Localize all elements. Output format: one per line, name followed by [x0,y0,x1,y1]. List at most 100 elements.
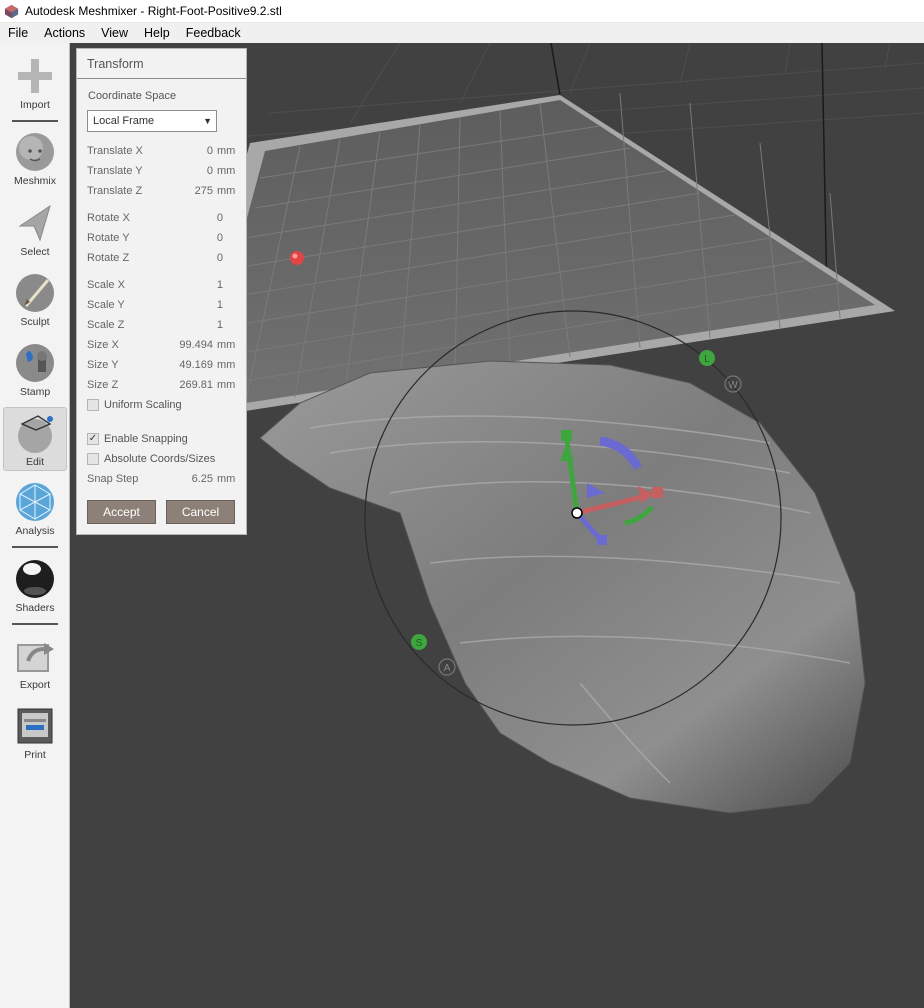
translate-x-field[interactable]: Translate X 0 mm [87,145,237,161]
translate-x-label: Translate X [87,145,143,157]
title-bar: Autodesk Meshmixer - Right-Foot-Positive… [0,0,924,23]
gizmo-label-s: S [416,638,423,649]
snap-step-field[interactable]: Snap Step 6.25 mm [87,473,237,489]
translate-z-unit: mm [217,185,236,197]
enable-snapping-checkbox[interactable]: ✓ Enable Snapping [87,432,188,446]
size-y-label: Size Y [87,359,119,371]
tool-sculpt[interactable]: Sculpt [3,268,67,332]
scale-x-value[interactable]: 1 [217,279,223,291]
snap-step-value[interactable]: 6.25 [192,473,213,485]
translate-y-field[interactable]: Translate Y 0 mm [87,165,237,181]
tool-import[interactable]: Import [3,51,67,115]
rotate-x-value[interactable]: 0 [217,212,223,224]
scale-y-field[interactable]: Scale Y 1 [87,299,237,315]
tool-analysis-label: Analysis [15,525,55,537]
toolbar-divider [12,546,58,548]
size-x-value[interactable]: 99.494 [179,339,213,351]
tool-export[interactable]: Export [3,631,67,695]
volume-edge-left [550,43,561,96]
absolute-coords-checkbox[interactable]: Absolute Coords/Sizes [87,452,215,466]
menu-file[interactable]: File [0,23,36,43]
enable-snapping-label: Enable Snapping [104,433,188,445]
export-icon [17,643,54,672]
translate-x-value[interactable]: 0 [207,145,213,157]
accept-button[interactable]: Accept [87,500,156,524]
translate-x-unit: mm [217,145,236,157]
edit-sphere-icon [18,415,53,453]
size-x-unit: mm [217,339,236,351]
uniform-scaling-label: Uniform Scaling [104,399,182,411]
translate-z-field[interactable]: Translate Z 275 mm [87,185,237,201]
panel-title: Transform [77,49,246,79]
gizmo-label-a: A [444,663,451,674]
scale-y-label: Scale Y [87,299,125,311]
tool-stamp-label: Stamp [19,386,51,398]
menu-actions[interactable]: Actions [36,23,93,43]
left-toolbar: Import Meshmix Select Sculpt Stamp Edit … [0,43,70,1008]
tool-stamp[interactable]: Stamp [3,338,67,402]
size-y-unit: mm [217,359,236,371]
scale-z-value[interactable]: 1 [217,319,223,331]
tool-edit[interactable]: Edit [3,407,67,471]
tool-shaders-label: Shaders [15,602,55,614]
rotate-z-label: Rotate Z [87,252,130,264]
toolbar-divider [12,623,58,625]
menu-feedback[interactable]: Feedback [178,23,249,43]
plus-icon [18,59,52,93]
tool-print[interactable]: Print [3,701,67,765]
translate-z-value[interactable]: 275 [195,185,213,197]
window-title: Autodesk Meshmixer - Right-Foot-Positive… [25,4,282,18]
checkbox-unchecked-icon [87,399,99,411]
rotate-y-value[interactable]: 0 [217,232,223,244]
scale-z-field[interactable]: Scale Z 1 [87,319,237,335]
size-z-label: Size Z [87,379,119,391]
gizmo-label-l: L [704,354,710,365]
rotate-x-label: Rotate X [87,212,130,224]
scale-y-value[interactable]: 1 [217,299,223,311]
uniform-scaling-checkbox[interactable]: Uniform Scaling [87,398,182,412]
size-y-value[interactable]: 49.169 [179,359,213,371]
absolute-coords-label: Absolute Coords/Sizes [104,453,216,465]
translate-y-unit: mm [217,165,236,177]
transform-panel: Transform Coordinate Space Local Frame ▼… [76,48,247,535]
tool-meshmix[interactable]: Meshmix [3,127,67,191]
tool-print-label: Print [24,749,46,761]
tool-import-label: Import [20,99,50,111]
pivot-marker[interactable] [290,251,304,265]
size-x-field[interactable]: Size X 99.494 mm [87,339,237,355]
chevron-down-icon: ▼ [203,116,212,126]
menu-view[interactable]: View [93,23,136,43]
size-z-field[interactable]: Size Z 269.81 mm [87,379,237,395]
rotate-z-value[interactable]: 0 [217,252,223,264]
tool-select[interactable]: Select [3,198,67,262]
shaders-sphere-icon [16,560,54,598]
meshmix-head-icon [16,133,54,171]
translate-y-value[interactable]: 0 [207,165,213,177]
scale-x-label: Scale X [87,279,125,291]
size-x-label: Size X [87,339,119,351]
toolbar-divider [12,120,58,122]
tool-shaders[interactable]: Shaders [3,554,67,618]
sculpt-brush-icon [16,274,54,312]
tool-sculpt-label: Sculpt [20,316,50,328]
printer-icon [17,708,53,744]
tool-analysis[interactable]: Analysis [3,477,67,541]
rotate-y-field[interactable]: Rotate Y 0 [87,232,237,248]
menu-bar: File Actions View Help Feedback [0,23,924,43]
size-z-unit: mm [217,379,236,391]
coordinate-space-dropdown[interactable]: Local Frame ▼ [87,110,217,132]
meshmixer-logo-icon [4,4,19,18]
checkbox-checked-icon: ✓ [87,433,99,445]
checkbox-unchecked-icon [87,453,99,465]
tool-meshmix-label: Meshmix [13,175,56,187]
cancel-button[interactable]: Cancel [166,500,235,524]
rotate-z-field[interactable]: Rotate Z 0 [87,252,237,268]
foot-mesh[interactable] [259,360,866,814]
size-z-value[interactable]: 269.81 [179,379,213,391]
menu-help[interactable]: Help [136,23,178,43]
size-y-field[interactable]: Size Y 49.169 mm [87,359,237,375]
rotate-x-field[interactable]: Rotate X 0 [87,212,237,228]
scale-x-field[interactable]: Scale X 1 [87,279,237,295]
stamp-icon [16,344,54,382]
tool-edit-label: Edit [25,456,45,468]
